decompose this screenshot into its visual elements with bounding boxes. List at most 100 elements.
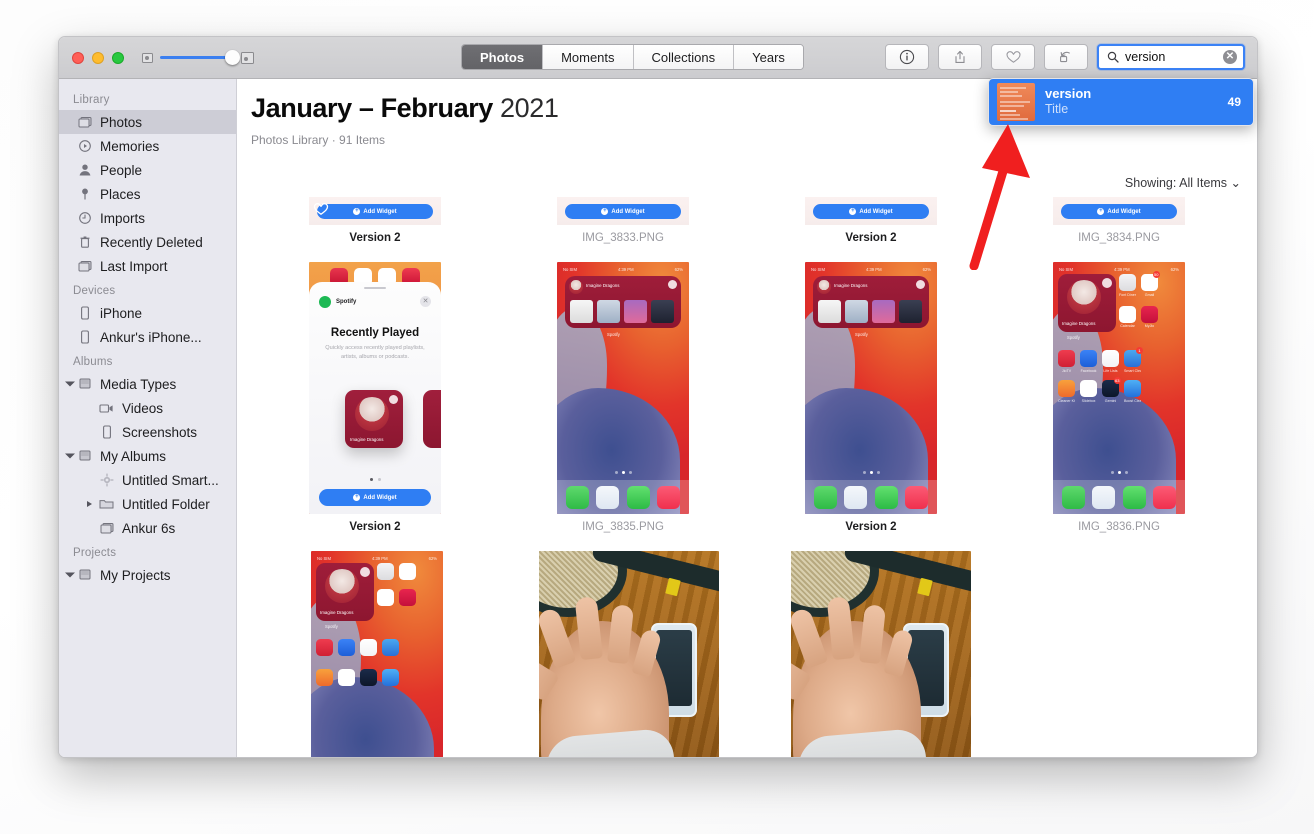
sidebar-item-people[interactable]: People [59,158,236,182]
album-art [1067,280,1101,314]
minus-icon [389,395,398,404]
sidebar-item-label: Photos [100,114,143,130]
photo-cell[interactable]: No SIM 4:39 PM 62% Imagine Dragons Spoti… [251,551,503,757]
sidebar-item-photos[interactable]: Photos [59,110,236,134]
photo-cell[interactable]: No SIM 4:39 PM 62% Imagine Dragons Spoti… [995,262,1243,533]
suggestion-text: version Title [1045,86,1218,118]
widget-sublabel: Spotify [325,624,338,629]
sidebar-item-untitled-folder[interactable]: Untitled Folder [59,492,236,516]
minimize-button[interactable] [92,51,104,64]
photo-thumbnail[interactable]: No SIM 4:39 PM 62% Imagine Dragons Spoti… [805,262,937,514]
sidebar-item-iphone[interactable]: iPhone [59,301,236,325]
app-label: Slidebox [1081,398,1096,403]
app-label: Gmail [1144,292,1155,297]
photo-caption: IMG_3836.PNG [1078,521,1160,533]
share-button[interactable] [938,44,982,70]
photo-thumbnail[interactable]: 0:02 [539,551,719,757]
search-dropdown-suggestion[interactable]: version Title 49 [988,78,1254,126]
sidebar-header-projects: Projects [73,547,117,559]
window-body: Library Photos Memories People Places Im… [59,79,1257,757]
sidebar-item-places[interactable]: Places [59,182,236,206]
photo-thumbnail[interactable]: + Add Widget [1053,197,1185,225]
tab-years[interactable]: Years [734,45,803,69]
app-label: Font Diner [1119,292,1136,297]
photo-thumbnail[interactable]: + Add Widget [309,197,441,225]
photo-thumbnail[interactable]: + Add Widget [557,197,689,225]
phone-icon [813,485,837,509]
window-titlebar: Photos Moments Collections Years version… [59,37,1257,79]
sidebar-item-ankurs-iphone[interactable]: Ankur's iPhone... [59,325,236,349]
chevron-down-icon[interactable] [65,381,75,387]
favorite-button[interactable] [991,44,1035,70]
rotate-icon [1060,51,1070,63]
sidebar-item-videos[interactable]: Videos [59,396,236,420]
status-battery: 62% [428,555,437,561]
photo-caption: Version 2 [349,521,401,533]
showing-filter[interactable]: Showing: All Items ⌄ [1125,175,1241,190]
favorite-heart-icon [312,201,330,222]
photo-thumbnail[interactable]: No SIM 4:39 PM 62% Imagine Dragons Spoti… [1053,262,1185,514]
photo-cell[interactable]: + Add Widget Version 2 [747,197,995,244]
tab-moments[interactable]: Moments [543,45,634,69]
sidebar-header-albums: Albums [73,356,113,368]
sidebar-item-imports[interactable]: Imports [59,206,236,230]
widget-card-label: Imagine Dragons [586,283,620,288]
add-widget-button: + Add Widget [813,204,929,219]
thumbnail-size-slider[interactable] [142,50,254,65]
slider-track[interactable] [160,50,240,65]
sidebar-item-memories[interactable]: Memories [59,134,236,158]
sidebar-item-screenshots[interactable]: Screenshots [59,420,236,444]
sidebar-item-ankur-6s[interactable]: Ankur 6s [59,516,236,540]
sidebar-item-label: People [100,162,143,178]
widget-card-label: Imagine Dragons [320,610,354,615]
zoom-button[interactable] [112,51,124,64]
status-time: 4:39 PM [371,555,388,561]
photo-thumbnail[interactable]: No SIM 4:39 PM 62% Imagine Dragons Spoti… [311,551,443,757]
calendar-icon [1119,305,1136,323]
spotify-widget: Imagine Dragons [565,276,681,328]
chevron-right-icon[interactable] [87,501,92,507]
photo-cell[interactable]: + Add Widget IMG_3834.PNG [995,197,1243,244]
sidebar-item-recently-deleted[interactable]: Recently Deleted [59,230,236,254]
sidebar-item-my-projects[interactable]: My Projects [59,563,236,587]
photo-cell[interactable]: No SIM 4:39 PM 62% Imagine Dragons Spoti… [747,262,995,533]
chevron-down-icon[interactable] [65,572,75,578]
close-icon[interactable]: ✕ [420,296,431,307]
search-field[interactable]: version ✕ [1097,44,1245,70]
sidebar-item-label: Last Import [100,258,168,274]
close-button[interactable] [72,51,84,64]
sidebar-item-media-types[interactable]: Media Types [59,372,236,396]
photo-cell[interactable]: + Add Widget IMG_3833.PNG [499,197,747,244]
status-bar: No SIM 4:39 PM 62% [811,266,931,272]
sidebar-item-untitled-smart-album[interactable]: Untitled Smart... [59,468,236,492]
widget-description: Quickly access recently played playlists… [325,345,425,360]
rotate-button[interactable] [1044,44,1088,70]
info-button[interactable] [885,44,929,70]
slider-knob[interactable] [225,50,240,65]
photo-thumbnail[interactable]: + Add Widget [805,197,937,225]
chevron-down-icon[interactable] [65,453,75,459]
sidebar-item-label: Places [100,186,141,202]
photo-cell[interactable]: No SIM 4:39 PM 62% Imagine Dragons Spoti… [499,262,747,533]
app-icon-slidebox [338,669,355,686]
tab-collections[interactable]: Collections [633,45,735,69]
info-icon [899,49,915,65]
sidebar-item-last-import[interactable]: Last Import [59,254,236,278]
search-input-value[interactable]: version [1125,50,1217,64]
tab-photos[interactable]: Photos [462,45,544,69]
photo-thumbnail[interactable]: Spotify ✕ Recently Played Quickly access… [309,262,441,514]
photo-thumbnail[interactable]: 0:02 [791,551,971,757]
photo-cell[interactable]: 0:02 IMG_6092.MOV [503,551,755,757]
photo-cell[interactable]: + Add Widget Version 2 [251,197,499,244]
app-icon-life-lists [360,639,377,656]
spotify-widget: Imagine Dragons [813,276,929,328]
app-icon-life-lists: Life Lists [1102,350,1119,373]
photo-thumbnail[interactable]: No SIM 4:39 PM 62% Imagine Dragons Spoti… [557,262,689,514]
status-bar: No SIM 4:39 PM 62% [311,554,443,562]
photo-cell[interactable]: Spotify ✕ Recently Played Quickly access… [251,262,499,533]
clear-icon[interactable]: ✕ [1223,50,1237,64]
sidebar-item-my-albums[interactable]: My Albums [59,444,236,468]
photo-cell[interactable]: 0:02 Version 2 [755,551,1007,757]
view-mode-tabs[interactable]: Photos Moments Collections Years [461,44,804,70]
widget-card-label: Imagine Dragons [350,437,384,442]
